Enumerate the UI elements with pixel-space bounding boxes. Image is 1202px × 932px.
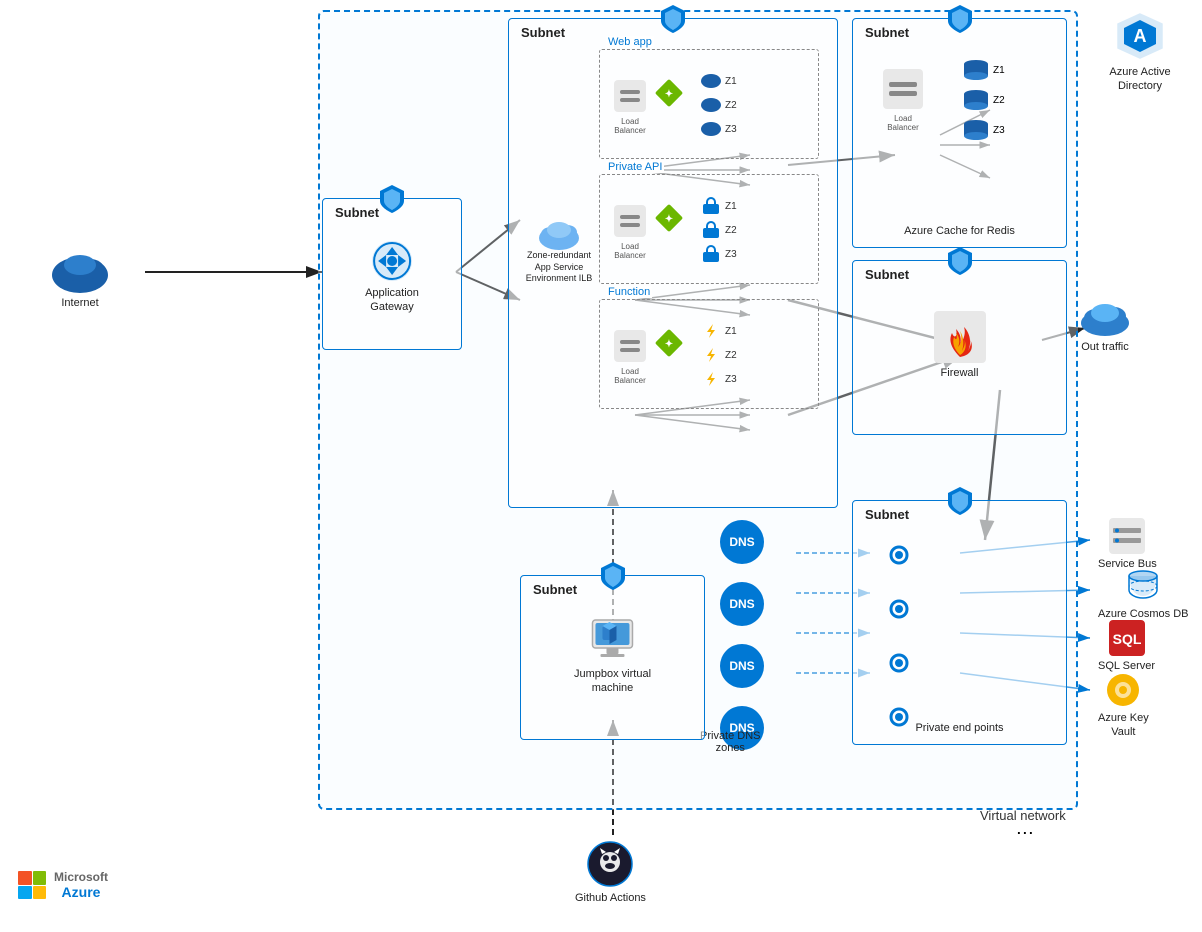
redis-z2: Z2 — [963, 89, 1005, 111]
ms-logo-squares — [18, 871, 46, 899]
ms-azure-text: Microsoft Azure — [54, 870, 108, 900]
subnet-ase-box: Subnet Web app LoadBalancer ✦ Z1 — [508, 18, 838, 508]
dns-1: DNS — [720, 520, 764, 564]
service-bus-node: Service Bus — [1098, 518, 1157, 571]
function-zones: Z1 Z2 Z3 — [700, 322, 737, 388]
webapp-z3: Z3 — [700, 120, 737, 138]
jumpbox-node: Jumpbox virtual machine — [574, 616, 651, 696]
redis-lb-icon: LoadBalancer — [883, 69, 923, 132]
azure-ad-icon: A — [1114, 10, 1166, 62]
api-z1: Z1 — [700, 197, 737, 215]
firewall-icon — [934, 311, 986, 363]
redis-z3: Z3 — [963, 119, 1005, 141]
api-lb-icon: LoadBalancer — [614, 205, 646, 260]
dns-zones-label: Private DNS zones — [700, 730, 761, 754]
webapp-inner-box: Web app LoadBalancer ✦ Z1 Z2 — [599, 49, 819, 159]
key-vault-icon — [1105, 672, 1141, 708]
shield-app-gateway — [378, 183, 406, 220]
github-actions-icon — [586, 840, 634, 888]
private-api-inner-box: Private API LoadBalancer ✦ Z1 Z2 — [599, 174, 819, 284]
dns-2: DNS — [720, 582, 764, 626]
out-traffic-node: Out traffic — [1078, 295, 1132, 354]
webapp-lb-icon: LoadBalancer — [614, 80, 646, 135]
dns-3: DNS — [720, 644, 764, 688]
api-lb-diamond: ✦ — [654, 203, 684, 238]
redis-z1: Z1 — [963, 59, 1005, 81]
internet-cloud-icon — [50, 245, 110, 293]
ase-label: Zone-redundant App Service Environment I… — [519, 214, 599, 285]
shield-jumpbox — [599, 560, 627, 597]
subnet-redis-box: Subnet LoadBalancer Z1 Z2 Z3 Azure Cache… — [852, 18, 1067, 248]
ms-azure-logo: Microsoft Azure — [18, 870, 108, 900]
function-lb-icon: LoadBalancer — [614, 330, 646, 385]
out-traffic-cloud-icon — [1078, 295, 1132, 337]
ase-cloud-icon — [537, 214, 581, 250]
jumpbox-vm-icon — [588, 616, 636, 664]
internet-node: Internet — [50, 245, 110, 310]
azure-ad-node: A Azure Active Directory — [1100, 10, 1180, 94]
app-gateway-icon-node: Application Gateway — [365, 239, 419, 315]
firewall-node: Firewall — [934, 311, 986, 380]
key-vault-node: Azure Key Vault — [1098, 672, 1149, 740]
webapp-lb-diamond: ✦ — [654, 78, 684, 113]
dns-zones-container: DNS DNS DNS DNS — [720, 520, 764, 750]
sql-server-node: SQL SQL Server — [1098, 620, 1155, 673]
cosmos-db-icon — [1125, 568, 1161, 604]
cosmos-db-node: Azure Cosmos DB — [1098, 568, 1188, 621]
dns-badge-3: DNS — [720, 644, 764, 688]
virtual-network-label: Virtual network ⋯ — [980, 808, 1066, 844]
svg-text:✦: ✦ — [665, 339, 673, 350]
function-lb-diamond: ✦ — [654, 328, 684, 363]
api-zones: Z1 Z2 Z3 — [700, 197, 737, 263]
function-z2: Z2 — [700, 346, 737, 364]
subnet-app-gateway-box: Subnet Application Gateway — [322, 198, 462, 350]
pe-icon-1 — [883, 539, 915, 571]
function-z1: Z1 — [700, 322, 737, 340]
shield-redis — [946, 3, 974, 40]
svg-text:✦: ✦ — [665, 214, 673, 225]
api-z3: Z3 — [700, 245, 737, 263]
api-z2: Z2 — [700, 221, 737, 239]
pe-icon-3 — [883, 647, 915, 679]
service-bus-icon — [1109, 518, 1145, 554]
shield-ase — [659, 3, 687, 40]
webapp-z1: Z1 — [700, 72, 737, 90]
shield-firewall — [946, 245, 974, 282]
app-gateway-icon — [370, 239, 414, 283]
dns-badge-2: DNS — [720, 582, 764, 626]
subnet-firewall-box: Subnet Firewall — [852, 260, 1067, 435]
pe-icon-4 — [883, 701, 915, 733]
subnet-pe-box: Subnet Private end points — [852, 500, 1067, 745]
pe-icons — [883, 539, 915, 733]
function-inner-box: Function LoadBalancer ✦ Z1 Z2 — [599, 299, 819, 409]
virtual-network-icon: ⋯ — [1016, 823, 1034, 844]
dns-badge-1: DNS — [720, 520, 764, 564]
webapp-z2: Z2 — [700, 96, 737, 114]
svg-text:A: A — [1134, 26, 1147, 46]
pe-icon-2 — [883, 593, 915, 625]
webapp-zones: Z1 Z2 Z3 — [700, 72, 737, 138]
function-z3: Z3 — [700, 370, 737, 388]
subnet-jumpbox-box: Subnet Jumpbox virtual machine — [520, 575, 705, 740]
github-actions-node: Github Actions — [575, 840, 646, 905]
redis-zones: Z1 Z2 Z3 — [963, 59, 1005, 141]
svg-text:✦: ✦ — [665, 89, 673, 100]
shield-pe — [946, 485, 974, 522]
sql-server-icon: SQL — [1109, 620, 1145, 656]
svg-text:SQL: SQL — [1112, 631, 1141, 647]
